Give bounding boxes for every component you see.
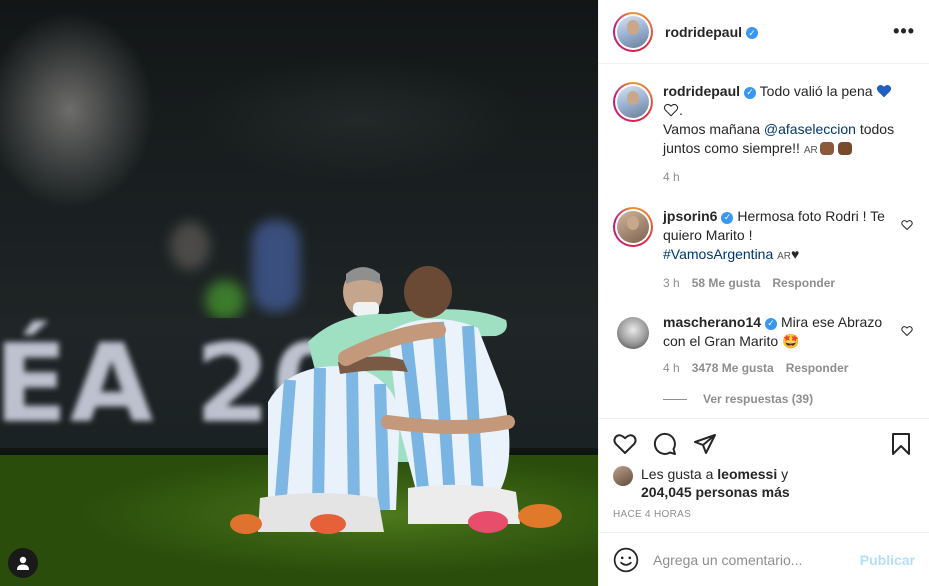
caption-text: Todo valió la pena: [759, 83, 873, 99]
comment-meta: 4 h 3478 Me gusta Responder: [663, 359, 895, 378]
comment-meta: 3 h 58 Me gusta Responder: [663, 274, 895, 293]
comment-body: mascherano14 ✓ Mira ese Abrazo con el Gra…: [663, 313, 913, 378]
view-replies-button[interactable]: Ver respuestas (39): [663, 392, 913, 406]
caption-meta: 4 h: [663, 168, 895, 187]
likes-prefix: Les gusta a: [641, 466, 714, 482]
post-photo[interactable]: ÉA 2021: [0, 0, 598, 586]
comment-item: jpsorin6 ✓ Hermosa foto Rodri ! Te quiero…: [613, 207, 913, 293]
comment-time[interactable]: 4 h: [663, 359, 680, 378]
heart-icon[interactable]: [613, 432, 637, 456]
caption: rodridepaul ✓ Todo valió la pena . Vamos …: [613, 82, 913, 187]
verified-badge-icon: ✓: [765, 317, 778, 330]
post-side-panel: rodridepaul ✓ ••• rodridepaul ✓ Todo valió…: [598, 0, 929, 586]
view-replies-label[interactable]: Ver respuestas (39): [703, 392, 813, 406]
comment-time[interactable]: 3 h: [663, 274, 680, 293]
ar-flag-text: AR: [803, 145, 818, 156]
black-heart-icon: ♥: [791, 246, 800, 262]
flexed-bicep-icon: [819, 142, 834, 155]
verified-badge-icon: ✓: [721, 211, 734, 224]
comment-avatar[interactable]: [613, 313, 653, 353]
hashtag-link[interactable]: #VamosArgentina: [663, 246, 773, 262]
comment-username[interactable]: jpsorin6: [663, 208, 717, 224]
publish-button[interactable]: Publicar: [860, 552, 915, 568]
fist-bump-icon: [837, 142, 852, 155]
reply-button[interactable]: Responder: [772, 274, 835, 293]
instagram-post-modal: ÉA 2021 rodridepaul ✓ ••• rodridepaul ✓ …: [0, 0, 929, 586]
like-comment-heart-icon[interactable]: [901, 219, 913, 231]
white-heart-icon: [663, 103, 679, 117]
caption-line2-a: Vamos mañana: [663, 121, 761, 137]
likes-count[interactable]: 204,045 personas más: [641, 484, 790, 500]
post-actions: Les gusta a leomessi y 204,045 personas …: [599, 418, 929, 532]
action-icons: [613, 431, 913, 457]
more-options-icon[interactable]: •••: [893, 21, 915, 42]
bookmark-icon[interactable]: [889, 432, 913, 456]
author-avatar[interactable]: [613, 11, 653, 52]
comments-list: rodridepaul ✓ Todo valió la pena . Vamos …: [599, 64, 929, 418]
likes-text: Les gusta a leomessi y 204,045 personas …: [641, 465, 790, 501]
tagged-users-button[interactable]: [8, 548, 38, 578]
comment-body: jpsorin6 ✓ Hermosa foto Rodri ! Te quiero…: [663, 207, 913, 293]
comment-username[interactable]: mascherano14: [663, 314, 761, 330]
author-name-wrap: rodridepaul ✓: [665, 24, 759, 40]
add-comment-bar: Publicar: [599, 532, 929, 586]
smiley-icon[interactable]: [613, 547, 639, 573]
comment-likes[interactable]: 3478 Me gusta: [692, 359, 774, 378]
replies-divider: [663, 398, 687, 400]
user-icon: [17, 556, 29, 570]
post-timestamp[interactable]: HACE 4 HORAS: [613, 509, 913, 532]
comment-avatar[interactable]: [613, 207, 653, 247]
like-comment-heart-icon[interactable]: [901, 325, 913, 337]
caption-username[interactable]: rodridepaul: [663, 83, 740, 99]
mention-link[interactable]: @afaseleccion: [764, 121, 856, 137]
verified-badge-icon: ✓: [746, 27, 759, 39]
post-header: rodridepaul ✓ •••: [599, 0, 929, 64]
likes-summary: Les gusta a leomessi y 204,045 personas …: [613, 465, 913, 501]
blue-heart-icon: [877, 84, 892, 98]
ar-flag-text: AR: [777, 251, 792, 262]
comment-item: mascherano14 ✓ Mira ese Abrazo con el Gra…: [613, 313, 913, 378]
likes-middle: y: [781, 466, 789, 482]
caption-time[interactable]: 4 h: [663, 168, 680, 187]
author-username[interactable]: rodridepaul: [665, 24, 742, 40]
liker-username[interactable]: leomessi: [717, 466, 777, 482]
caption-avatar[interactable]: [613, 82, 653, 122]
caption-text-dot: .: [679, 102, 683, 118]
photo-players-hug: [230, 266, 562, 534]
photo-blur-spectator: [170, 222, 210, 270]
share-icon[interactable]: [693, 432, 717, 456]
reply-button[interactable]: Responder: [786, 359, 849, 378]
comment-icon[interactable]: [653, 432, 677, 456]
comment-likes[interactable]: 58 Me gusta: [692, 274, 761, 293]
star-struck-emoji-icon: 🤩: [782, 333, 800, 349]
verified-badge-icon: ✓: [744, 86, 757, 99]
caption-body: rodridepaul ✓ Todo valió la pena . Vamos …: [663, 82, 913, 187]
liker-avatar[interactable]: [613, 466, 633, 486]
comment-input[interactable]: [653, 551, 860, 568]
